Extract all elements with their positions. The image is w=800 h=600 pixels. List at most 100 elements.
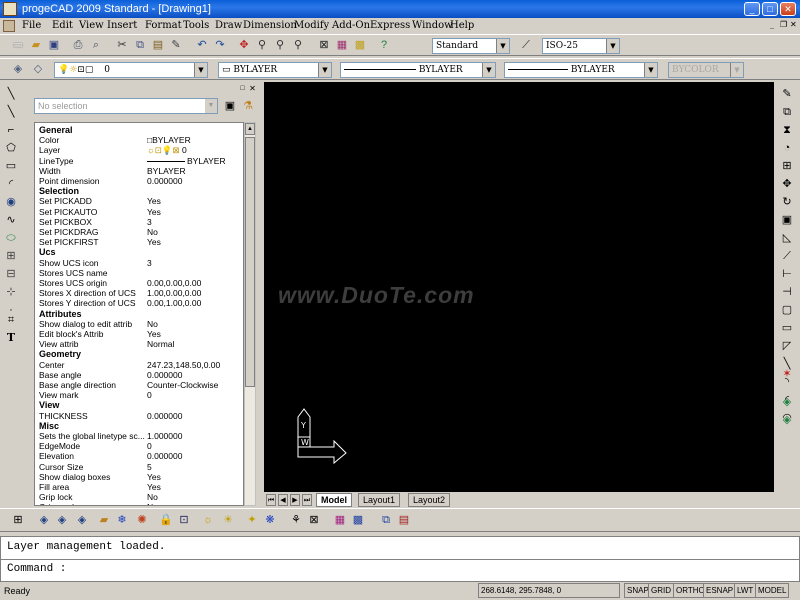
property-value[interactable]: 3 — [147, 258, 152, 268]
layer-walk-icon[interactable]: ⚘ — [288, 512, 304, 528]
doc-restore-button[interactable]: ❐ — [780, 20, 789, 30]
property-value[interactable]: 0 — [147, 441, 152, 451]
prev-tab-button[interactable]: ◀ — [278, 494, 288, 506]
property-value[interactable]: 0.00,0.00,0.00 — [147, 278, 201, 288]
property-value[interactable]: Yes — [147, 207, 161, 217]
make-block-icon[interactable]: ⊟ — [3, 266, 19, 282]
property-value[interactable]: 1.00,0.00,0.00 — [147, 288, 201, 298]
save-icon[interactable]: ▣ — [46, 37, 62, 53]
property-value[interactable]: Yes — [147, 329, 161, 339]
selection-combo[interactable]: No selection ▼ — [34, 98, 218, 114]
property-row[interactable]: Stores Y direction of UCS 0.00,1.00,0.00 — [35, 298, 243, 308]
menu-window[interactable]: Window — [412, 20, 453, 31]
menu-add-on[interactable]: Add-On — [332, 20, 370, 31]
copy-object-icon[interactable]: ⧉ — [779, 104, 795, 120]
layer-previous-icon[interactable]: ◇ — [30, 61, 46, 77]
copy-icon[interactable]: ⧉ — [132, 37, 148, 53]
property-value[interactable]: 0.000000 — [147, 451, 182, 461]
property-value[interactable]: Counter-Clockwise — [147, 380, 218, 390]
cut-icon[interactable]: ✂ — [114, 37, 130, 53]
property-value[interactable]: BYLAYER — [147, 156, 226, 166]
document-icon[interactable] — [3, 20, 15, 32]
property-row[interactable]: Base angle 0.000000 — [35, 370, 243, 380]
menu-file[interactable]: File — [22, 20, 41, 31]
match-properties-icon[interactable]: ✎ — [168, 37, 184, 53]
chevron-down-icon[interactable]: ▼ — [606, 39, 619, 53]
menu-draw[interactable]: Draw — [215, 20, 242, 31]
property-row[interactable]: Show dialog boxes Yes — [35, 472, 243, 482]
property-row[interactable]: Show dialog to edit attrib No — [35, 319, 243, 329]
offset-icon[interactable]: ◔ — [779, 140, 795, 156]
zoom-realtime-icon[interactable]: ⚲ — [254, 37, 270, 53]
property-row[interactable]: View mark 0 — [35, 390, 243, 400]
layer-thaw-icon[interactable]: ❄ — [114, 512, 130, 528]
menu-tools[interactable]: Tools — [183, 20, 209, 31]
layer-filter-icon[interactable]: ◈ — [74, 512, 90, 528]
property-value[interactable]: Yes — [147, 196, 161, 206]
last-tab-button[interactable]: ⏭ — [302, 494, 312, 506]
property-value[interactable]: 0.000000 — [147, 176, 182, 186]
property-row[interactable]: Elevation 0.000000 — [35, 451, 243, 461]
help-icon[interactable]: ? — [376, 37, 392, 53]
layer-match-icon[interactable]: ⊠ — [306, 512, 322, 528]
property-value[interactable]: 0.000000 — [147, 370, 182, 380]
property-row[interactable]: Fill area Yes — [35, 482, 243, 492]
property-row[interactable]: Grip lock No — [35, 492, 243, 502]
all-layers-on-icon[interactable]: ☼ — [200, 512, 216, 528]
rotate-icon[interactable]: ↻ — [779, 194, 795, 210]
dim-style-combo[interactable]: ISO-25 ▼ — [542, 38, 620, 54]
design-center-icon[interactable]: ▦ — [334, 37, 350, 53]
layer-report-icon[interactable]: ▤ — [396, 512, 412, 528]
property-value[interactable]: ☼⊡💡⊠ 0 — [147, 145, 187, 155]
layer-unlock-icon[interactable]: ⊡ — [176, 512, 192, 528]
properties-icon[interactable]: ⊠ — [316, 37, 332, 53]
minimize-button[interactable]: _ — [744, 2, 760, 16]
lengthen-icon[interactable]: ⟋ — [779, 248, 795, 264]
menu-format[interactable]: Format — [145, 20, 182, 31]
properties-scrollbar[interactable]: ▲ — [244, 122, 256, 506]
scroll-thumb[interactable] — [245, 137, 255, 387]
next-tab-button[interactable]: ▶ — [290, 494, 300, 506]
property-row[interactable]: Stores UCS origin 0.00,0.00,0.00 — [35, 278, 243, 288]
property-value[interactable]: 247.23,148.50,0.00 — [147, 360, 220, 370]
layer-lock-icon[interactable]: 🔒 — [158, 512, 174, 528]
quick-select-icon[interactable]: ⚗ — [240, 98, 256, 114]
property-row[interactable]: Set PICKBOX 3 — [35, 217, 243, 227]
property-value[interactable]: 5 — [147, 462, 152, 472]
first-tab-button[interactable]: ⏮ — [266, 494, 276, 506]
text-icon[interactable]: T — [3, 330, 19, 346]
chevron-down-icon[interactable]: ▼ — [496, 39, 509, 53]
menu-insert[interactable]: Insert — [107, 20, 137, 31]
zoom-window-icon[interactable]: ⚲ — [272, 37, 288, 53]
property-value[interactable]: Yes — [147, 472, 161, 482]
esnap-button[interactable]: ESNAP — [703, 583, 737, 598]
open-icon[interactable]: ▰ — [28, 37, 44, 53]
layer-states-icon[interactable]: ◈ — [54, 512, 70, 528]
arc-icon[interactable]: ◜ — [3, 176, 19, 192]
property-row[interactable]: Color □BYLAYER — [35, 135, 243, 145]
explode-icon[interactable]: ✶ — [779, 366, 795, 382]
stretch-icon[interactable]: ◺ — [779, 230, 795, 246]
layer-unisolate-icon[interactable]: ❋ — [262, 512, 278, 528]
maximize-button[interactable]: □ — [762, 2, 778, 16]
close-button[interactable]: ✕ — [780, 2, 796, 16]
drawing-canvas[interactable]: www.DuoTe.com Y W — [264, 82, 774, 492]
tab-layout1[interactable]: Layout1 — [358, 493, 401, 507]
property-value[interactable]: No — [147, 492, 158, 502]
insert-block-icon[interactable]: ⊞ — [3, 248, 19, 264]
pan-icon[interactable]: ✥ — [236, 37, 252, 53]
layer-properties-icon[interactable]: ◈ — [36, 512, 52, 528]
linetype-combo[interactable]: BYLAYER ▼ — [340, 62, 496, 78]
doc-minimize-button[interactable]: _ — [770, 20, 779, 30]
property-row[interactable]: Edit block's Attrib Yes — [35, 329, 243, 339]
array-icon[interactable]: ⊞ — [779, 158, 795, 174]
tool-palette-icon[interactable]: ▩ — [352, 37, 368, 53]
panel-menu-button[interactable]: □ — [238, 84, 247, 93]
join-icon[interactable]: ▭ — [779, 320, 795, 336]
polyline-icon[interactable]: ⌐ — [3, 122, 19, 138]
spline-icon[interactable]: ∿ — [3, 212, 19, 228]
hatch-icon[interactable]: ⌗ — [3, 312, 19, 328]
lineweight-combo[interactable]: BYLAYER ▼ — [504, 62, 658, 78]
property-row[interactable]: View attrib Normal — [35, 339, 243, 349]
polygon-icon[interactable]: ⬠ — [3, 140, 19, 156]
